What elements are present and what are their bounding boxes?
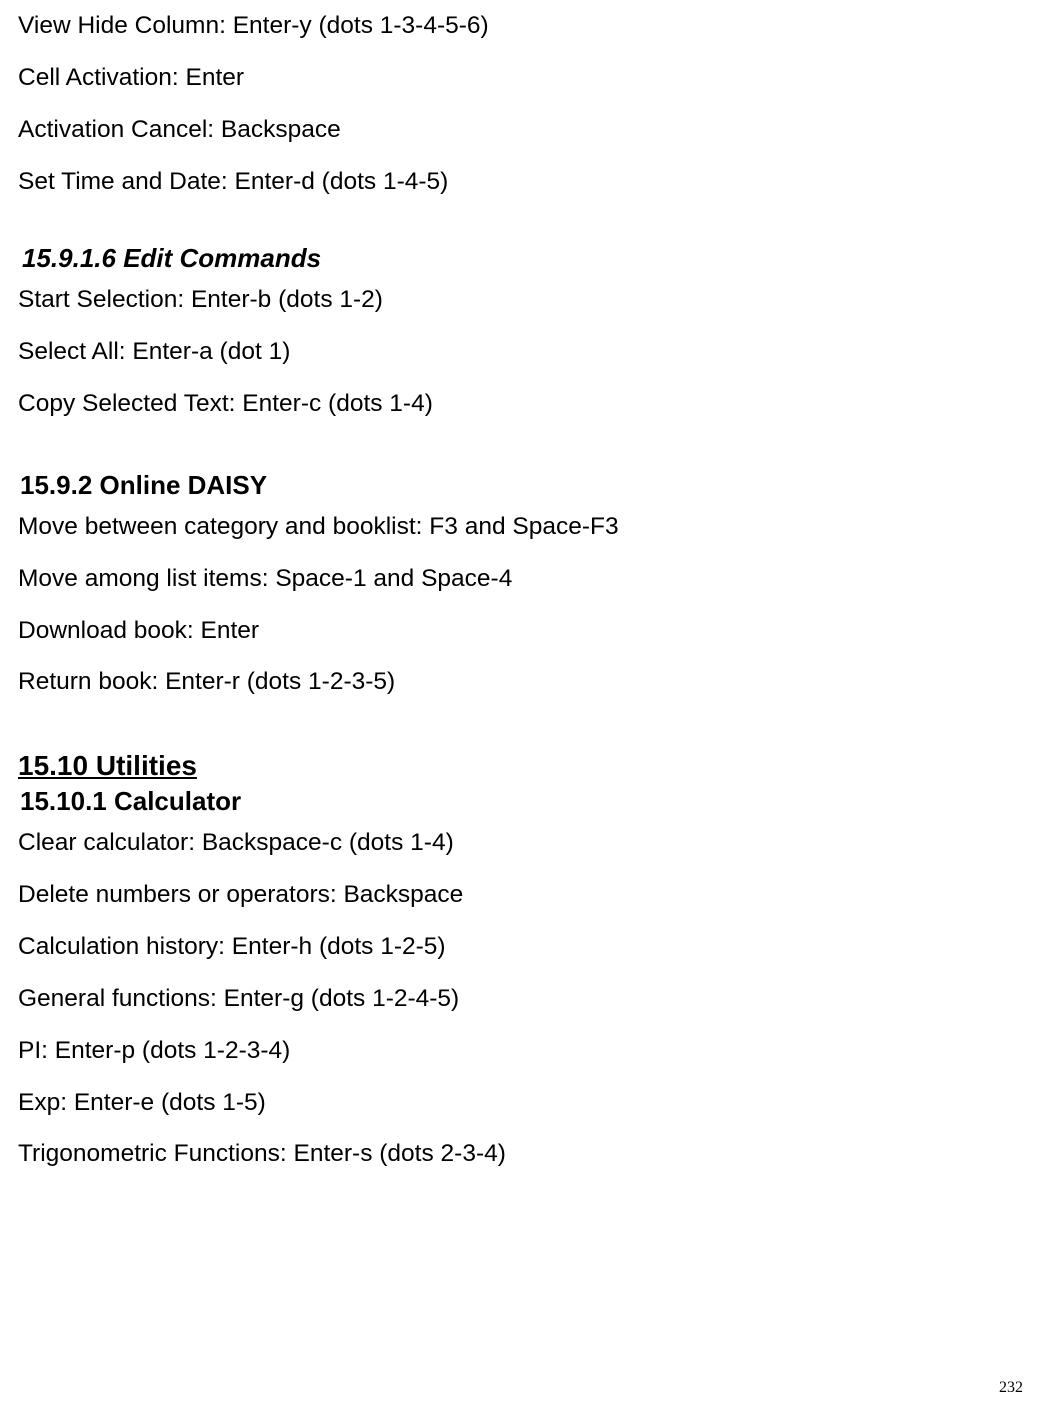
heading-utilities: 15.10 Utilities (18, 750, 1019, 782)
text-line: Activation Cancel: Backspace (18, 114, 1019, 146)
text-line: Trigonometric Functions: Enter-s (dots 2… (18, 1138, 1019, 1170)
text-line: Select All: Enter-a (dot 1) (18, 336, 1019, 368)
page-number: 232 (999, 1379, 1023, 1397)
text-line: View Hide Column: Enter-y (dots 1-3-4-5-… (18, 10, 1019, 42)
text-line: Copy Selected Text: Enter-c (dots 1-4) (18, 388, 1019, 420)
heading-edit-commands: 15.9.1.6 Edit Commands (22, 243, 1019, 274)
text-line: Return book: Enter-r (dots 1-2-3-5) (18, 666, 1019, 698)
text-line: Start Selection: Enter-b (dots 1-2) (18, 284, 1019, 316)
text-line: Calculation history: Enter-h (dots 1-2-5… (18, 931, 1019, 963)
text-line: General functions: Enter-g (dots 1-2-4-5… (18, 983, 1019, 1015)
text-line: Download book: Enter (18, 615, 1019, 647)
text-line: Move among list items: Space-1 and Space… (18, 563, 1019, 595)
text-line: Clear calculator: Backspace-c (dots 1-4) (18, 827, 1019, 859)
text-line: Move between category and booklist: F3 a… (18, 511, 1019, 543)
heading-online-daisy: 15.9.2 Online DAISY (20, 470, 1019, 501)
text-line: Delete numbers or operators: Backspace (18, 879, 1019, 911)
text-line: Exp: Enter-e (dots 1-5) (18, 1087, 1019, 1119)
text-line: PI: Enter-p (dots 1-2-3-4) (18, 1035, 1019, 1067)
heading-calculator: 15.10.1 Calculator (20, 786, 1019, 817)
text-line: Cell Activation: Enter (18, 62, 1019, 94)
text-line: Set Time and Date: Enter-d (dots 1-4-5) (18, 166, 1019, 198)
